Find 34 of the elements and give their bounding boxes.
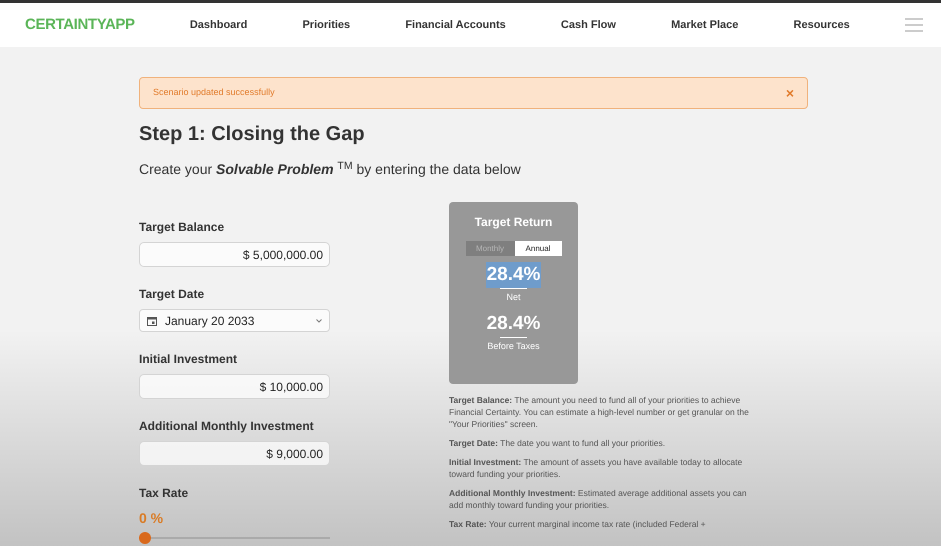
field-label: Target Date	[139, 286, 206, 303]
nav-link[interactable]: Priorities	[302, 16, 350, 34]
amount-field[interactable]: $ 5,000,000.00	[139, 242, 330, 267]
field-label: Tax Rate	[139, 485, 190, 502]
return-value: 28.4%	[486, 312, 542, 336]
return-label: Before Taxes	[487, 340, 540, 352]
alert-message: Scenario updated successfully	[153, 86, 275, 100]
page-title: Step 1: Closing the Gap	[139, 122, 366, 147]
date-field[interactable]: January 20 2033	[139, 309, 330, 332]
help-text: Target Date: The date you want to fund all your priorities.	[449, 437, 666, 449]
help-text: Target Balance: The amount you need to fund all of your priorities to achieve Financial Certainty. You can estimate a high-level number or get granular on the "Your Priorities" screen.	[449, 394, 750, 430]
nav-link[interactable]: Cash Flow	[560, 16, 616, 34]
nav-link[interactable]: Dashboard	[190, 16, 248, 34]
help-text: Additional Monthly Investment: Estimated average additional assets you can add monthly toward funding your priorities.	[449, 487, 748, 511]
field-label: Additional Monthly Investment	[139, 418, 315, 435]
menu-icon[interactable]	[904, 18, 923, 32]
amount-field[interactable]: $ 10,000.00	[139, 374, 330, 399]
nav-link[interactable]: Resources	[794, 16, 850, 34]
card-title: Target Return	[474, 214, 552, 231]
period-tab[interactable]: Annual	[514, 241, 562, 256]
help-text: Initial Investment: The amount of assets you have available today to allocate toward funding your priorities.	[449, 456, 744, 480]
help-text: Tax Rate: Your current marginal income tax rate (included Federal +	[449, 518, 707, 530]
chevron-down-icon	[316, 318, 322, 322]
field-label: Initial Investment	[139, 351, 238, 368]
subtitle: Create your Solvable Problem $^{TM}$ by entering the data below	[139, 159, 522, 179]
calendar-icon	[147, 316, 157, 326]
nav-link[interactable]: Financial Accounts	[405, 16, 506, 34]
field-label: Target Balance	[139, 219, 226, 236]
nav-link[interactable]: Market Place	[671, 16, 738, 34]
return-value: 28.4%	[486, 262, 542, 288]
slider-value: 0 %	[139, 509, 164, 528]
amount-field[interactable]: $ 9,000.00	[139, 441, 330, 466]
return-label: Net	[506, 291, 520, 304]
slider-thumb[interactable]	[139, 532, 151, 544]
